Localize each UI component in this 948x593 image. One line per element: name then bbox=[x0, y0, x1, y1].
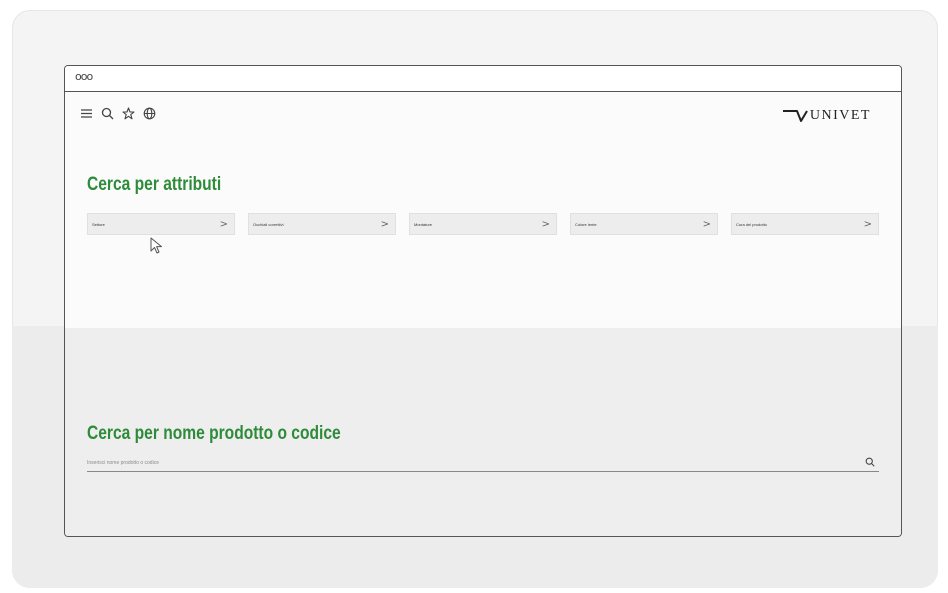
chevron-right-icon: > bbox=[863, 218, 872, 230]
mockup-card: ooo UNIVET Cerca per attributi Settore >… bbox=[12, 10, 938, 588]
attribute-button-cura-prodotto[interactable]: Cura del prodotto > bbox=[731, 213, 879, 235]
attribute-button-occhiali[interactable]: Occhiali correttivi > bbox=[248, 213, 396, 235]
attribute-buttons: Settore > Occhiali correttivi > Montatur… bbox=[87, 213, 879, 235]
chevron-right-icon: > bbox=[219, 218, 228, 230]
chevron-right-icon: > bbox=[702, 218, 711, 230]
attribute-button-settore[interactable]: Settore > bbox=[87, 213, 235, 235]
toolbar bbox=[79, 106, 157, 121]
mouse-cursor-icon bbox=[150, 237, 162, 254]
star-icon[interactable] bbox=[121, 106, 136, 121]
attribute-label: Settore bbox=[92, 221, 105, 227]
product-search-input[interactable] bbox=[87, 457, 847, 469]
chevron-right-icon: > bbox=[380, 218, 389, 230]
name-search-title: Cerca per nome prodotto o codice bbox=[87, 423, 341, 444]
search-submit-icon[interactable] bbox=[863, 455, 877, 469]
attributes-panel bbox=[65, 92, 901, 328]
attributes-title: Cerca per attributi bbox=[87, 174, 222, 195]
attribute-label: Cura del prodotto bbox=[736, 221, 767, 227]
brand-name: UNIVET bbox=[809, 108, 871, 123]
attribute-label: Colore lente bbox=[575, 221, 597, 227]
attribute-button-montature[interactable]: Montature > bbox=[409, 213, 557, 235]
attribute-button-colore-lente[interactable]: Colore lente > bbox=[570, 213, 718, 235]
window-dots: ooo bbox=[75, 70, 93, 83]
product-search bbox=[87, 455, 879, 472]
menu-icon[interactable] bbox=[79, 106, 94, 121]
attribute-label: Occhiali correttivi bbox=[253, 221, 284, 227]
chevron-right-icon: > bbox=[541, 218, 550, 230]
attribute-label: Montature bbox=[414, 221, 433, 227]
logo-mark-icon bbox=[782, 110, 808, 122]
window-titlebar: ooo bbox=[65, 66, 901, 92]
globe-icon[interactable] bbox=[142, 106, 157, 121]
browser-window: ooo UNIVET Cerca per attributi Settore >… bbox=[64, 65, 902, 537]
search-icon[interactable] bbox=[100, 106, 115, 121]
univet-logo[interactable]: UNIVET bbox=[782, 108, 871, 124]
